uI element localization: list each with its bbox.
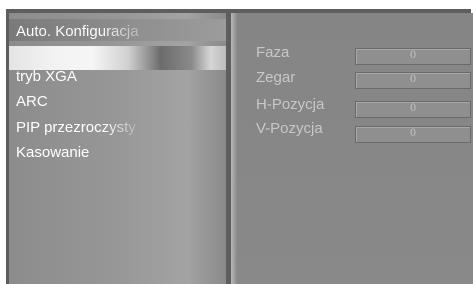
- h-position-value: 0: [409, 103, 417, 114]
- v-position-value-field[interactable]: 0: [355, 126, 471, 143]
- menu-item-auto-configuration[interactable]: Auto. Konfiguracja: [9, 19, 226, 41]
- clock-label: Zegar: [256, 69, 296, 86]
- settings-panel: Faza 0 Zegar 0 H-Pozycja 0 V-Pozycja 0: [231, 13, 473, 284]
- clock-value: 0: [409, 74, 417, 85]
- menu-item-reset[interactable]: Kasowanie: [16, 144, 89, 161]
- clock-value-field[interactable]: 0: [355, 72, 471, 89]
- menu-item-xga-mode[interactable]: tryb XGA: [16, 68, 77, 85]
- v-position-value: 0: [409, 128, 417, 139]
- menu-item-pip-transparency[interactable]: PIP przezroczysty: [16, 119, 136, 136]
- menu-item-arc[interactable]: ARC: [16, 93, 48, 110]
- menu-title-label: Auto. Konfiguracja: [16, 23, 139, 40]
- h-position-label: H-Pozycja: [256, 96, 325, 113]
- phase-label: Faza: [256, 44, 290, 61]
- menu-panel: Auto. Konfiguracja tryb XGA ARC PIP prze…: [9, 13, 226, 284]
- phase-value-field[interactable]: 0: [355, 48, 471, 65]
- tv-osd-screen: Auto. Konfiguracja tryb XGA ARC PIP prze…: [0, 0, 473, 284]
- v-position-label: V-Pozycja: [256, 120, 323, 137]
- phase-value: 0: [409, 50, 417, 61]
- selection-highlight-bar: [9, 46, 226, 70]
- h-position-value-field[interactable]: 0: [355, 101, 471, 118]
